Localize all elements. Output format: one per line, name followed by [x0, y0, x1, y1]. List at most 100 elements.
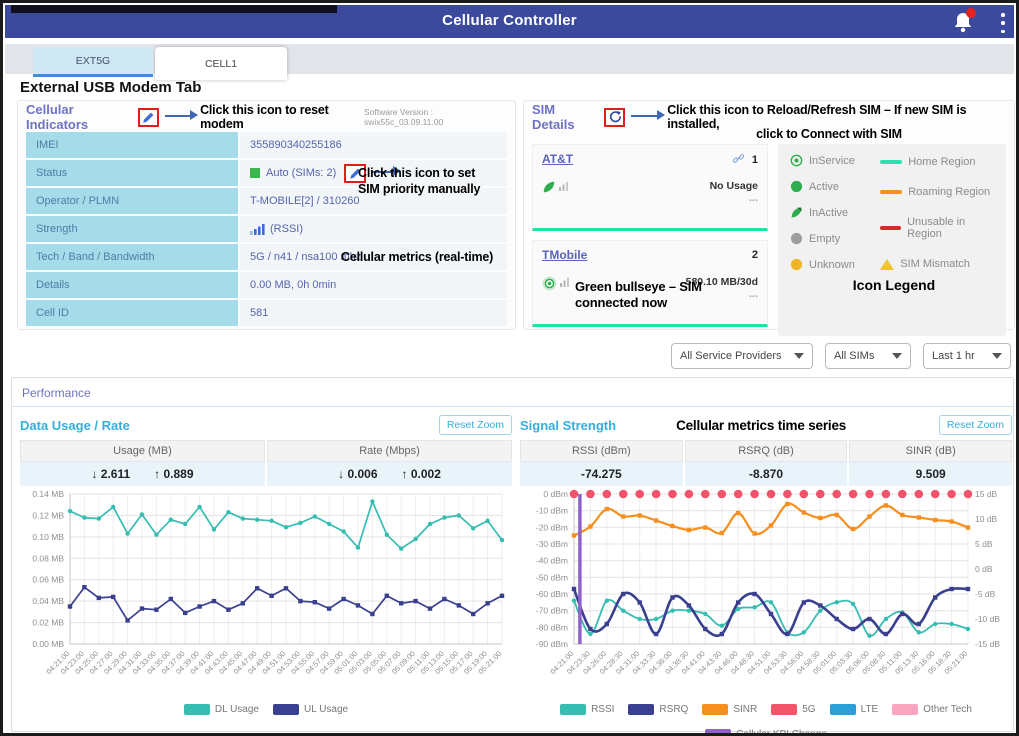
data-usage-block: Data Usage / Rate Reset Zoom Usage (MB) …: [20, 412, 512, 715]
chevron-down-icon: [794, 353, 804, 359]
legend-rsrq[interactable]: RSRQ: [628, 704, 688, 715]
sim-details-title: SIM Details: [532, 102, 598, 132]
tab-ext5g[interactable]: EXT5G: [33, 47, 153, 77]
sim-card-att: AT&T 1: [532, 144, 768, 231]
home-region-dash-icon: [880, 160, 902, 164]
signal-chart-legend: RSSI RSRQ SINR 5G LTE Other Tech Cellula…: [520, 704, 1012, 736]
signal-stats-table: RSSI (dBm) -74.275 RSRQ (dB) -8.870 SINR…: [520, 440, 1012, 486]
signal-mini-icon: [560, 276, 571, 287]
legend-kpi-change[interactable]: Cellular KPI Change: [520, 729, 1012, 736]
performance-title: Performance: [22, 386, 91, 400]
cellular-indicators-title: Cellular Indicators: [26, 102, 132, 132]
arrow-icon: [631, 115, 658, 117]
svg-text:-15 dB: -15 dB: [975, 639, 1000, 649]
sim-connected-bullseye-icon: [542, 276, 557, 291]
legend-unknown: Unknown: [790, 258, 880, 271]
legend-unusable-region: Unusable in Region: [880, 216, 998, 240]
svg-text:0.12 MB: 0.12 MB: [32, 510, 64, 520]
svg-text:-50 dBm: -50 dBm: [536, 572, 568, 582]
notification-badge: [966, 8, 976, 18]
legend-ul-usage[interactable]: UL Usage: [273, 704, 348, 715]
signal-strength-title: Signal Strength: [520, 418, 616, 433]
kebab-menu-icon[interactable]: [1000, 13, 1006, 33]
performance-panel: Performance Data Usage / Rate Reset Zoom…: [11, 377, 1014, 732]
service-provider-select[interactable]: All Service Providers: [671, 343, 813, 369]
unusable-region-dash-icon: [880, 226, 901, 230]
legend-5g[interactable]: 5G: [771, 704, 815, 715]
chart-filters: All Service Providers All SIMs Last 1 hr: [671, 343, 1019, 369]
svg-text:-80 dBm: -80 dBm: [536, 622, 568, 632]
signal-bars-icon: [250, 223, 265, 235]
metrics-annotation: Cellular metrics (real-time): [341, 250, 493, 266]
app-header: Cellular Controller: [5, 5, 1014, 38]
legend-lte[interactable]: LTE: [830, 704, 879, 715]
rate-values: ↓ 0.006↑ 0.002: [267, 462, 512, 486]
unknown-icon: [790, 258, 803, 271]
status-green-icon: [250, 168, 260, 178]
rsrq-header: RSRQ (dB): [685, 440, 848, 462]
sim-provider-link[interactable]: TMobile: [542, 248, 587, 262]
sim-provider-link[interactable]: AT&T: [542, 152, 573, 166]
table-row: IMEI 355890340255186: [26, 132, 507, 158]
sim-slot-number: 1: [752, 154, 758, 166]
sim-usage-value: No Usage: [710, 180, 758, 192]
sinr-value: 9.509: [849, 462, 1012, 486]
sim-card-menu[interactable]: ...: [710, 192, 758, 204]
cellular-indicators-panel: Cellular Indicators Click this icon to r…: [17, 100, 516, 330]
signal-mini-icon: [559, 180, 570, 191]
svg-text:0 dBm: 0 dBm: [543, 489, 568, 499]
reset-modem-annotation: Click this icon to reset modem: [200, 103, 364, 131]
svg-text:10 dB: 10 dB: [975, 514, 998, 524]
reset-modem-pencil-icon[interactable]: [138, 108, 159, 127]
svg-text:-90 dBm: -90 dBm: [536, 639, 568, 649]
software-version: Software Version : swix55c_03.09.11.00: [364, 107, 507, 127]
warning-triangle-icon: [880, 259, 894, 270]
rate-header: Rate (Mbps): [267, 440, 512, 462]
usage-header: Usage (MB): [20, 440, 265, 462]
svg-text:0.04 MB: 0.04 MB: [32, 596, 64, 606]
signal-strength-chart[interactable]: 0 dBm-10 dBm-20 dBm-30 dBm-40 dBm-50 dBm…: [520, 486, 1012, 698]
svg-text:-20 dBm: -20 dBm: [536, 522, 568, 532]
inservice-icon: [790, 154, 803, 167]
svg-text:0.14 MB: 0.14 MB: [32, 489, 64, 499]
svg-text:-10 dBm: -10 dBm: [536, 506, 568, 516]
reset-zoom-button[interactable]: Reset Zoom: [939, 415, 1012, 435]
legend-dl-usage[interactable]: DL Usage: [184, 704, 259, 715]
sims-select[interactable]: All SIMs: [825, 343, 911, 369]
tab-bar: CELL1 EXT5G: [5, 44, 1014, 74]
table-row: Details 0.00 MB, 0h 0min: [26, 272, 507, 298]
legend-other-tech[interactable]: Other Tech: [892, 704, 972, 715]
svg-text:0.08 MB: 0.08 MB: [32, 553, 64, 563]
svg-text:15 dB: 15 dB: [975, 489, 998, 499]
divider: [12, 406, 1013, 407]
rsrq-value: -8.870: [685, 462, 848, 486]
app-window: Cellular Controller CELL1 EXT5G External…: [0, 0, 1019, 736]
svg-text:-70 dBm: -70 dBm: [536, 606, 568, 616]
svg-text:-40 dBm: -40 dBm: [536, 556, 568, 566]
time-range-select[interactable]: Last 1 hr: [923, 343, 1011, 369]
chevron-down-icon: [992, 353, 1002, 359]
data-usage-title: Data Usage / Rate: [20, 418, 130, 433]
indicators-table: IMEI 355890340255186 Status Auto (SIMs: …: [26, 132, 507, 326]
rssi-header: RSSI (dBm): [520, 440, 683, 462]
tab-cell1[interactable]: CELL1: [155, 47, 287, 80]
section-heading: External USB Modem Tab: [20, 79, 201, 96]
icon-legend-title: Icon Legend: [790, 277, 998, 293]
usage-values: ↓ 2.611↑ 0.889: [20, 462, 265, 486]
notifications-bell-icon[interactable]: [952, 10, 974, 34]
svg-text:0 dB: 0 dB: [975, 564, 993, 574]
svg-text:-60 dBm: -60 dBm: [536, 589, 568, 599]
legend-rssi[interactable]: RSSI: [560, 704, 614, 715]
table-row: Strength (RSSI): [26, 216, 507, 242]
signal-strength-block: Signal Strength Cellular metrics time se…: [520, 412, 1012, 736]
sim-refresh-icon[interactable]: [604, 108, 625, 127]
data-usage-chart[interactable]: 0.14 MB0.12 MB0.10 MB0.08 MB0.06 MB0.04 …: [20, 486, 512, 698]
sim-details-panel: SIM Details Click this icon to Reload/Re…: [523, 100, 1015, 330]
legend-roaming-region: Roaming Region: [880, 186, 998, 198]
svg-text:0.06 MB: 0.06 MB: [32, 575, 64, 585]
rssi-value: -74.275: [520, 462, 683, 486]
chevron-down-icon: [892, 353, 902, 359]
legend-sinr[interactable]: SINR: [702, 704, 757, 715]
active-icon: [790, 180, 803, 193]
reset-zoom-button[interactable]: Reset Zoom: [439, 415, 512, 435]
